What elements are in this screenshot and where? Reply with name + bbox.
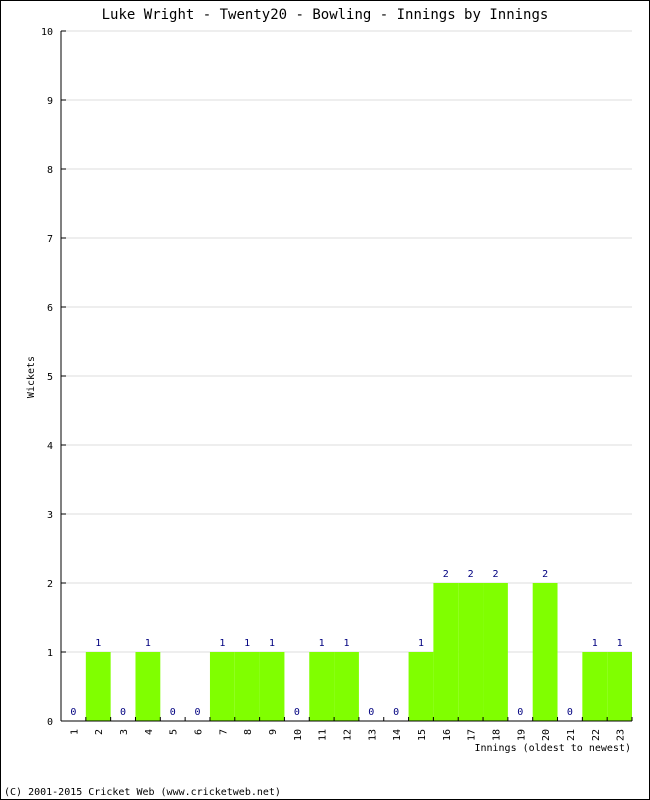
data-label: 1 xyxy=(95,638,101,649)
bar xyxy=(334,652,359,721)
x-tick-label: 15 xyxy=(417,729,428,741)
data-label: 0 xyxy=(120,707,126,718)
data-label: 1 xyxy=(418,638,424,649)
y-tick-label: 4 xyxy=(47,441,53,452)
data-label: 2 xyxy=(492,569,498,580)
grid-lines xyxy=(61,30,632,653)
x-tick-label: 3 xyxy=(119,729,130,735)
data-label: 1 xyxy=(617,638,623,649)
data-label: 0 xyxy=(393,707,399,718)
y-axis-label: Wickets xyxy=(26,356,37,398)
x-tick-label: 6 xyxy=(194,729,205,735)
x-tick-label: 13 xyxy=(367,729,378,741)
x-tick-label: 17 xyxy=(467,729,478,741)
data-label: 1 xyxy=(145,638,151,649)
y-tick-label: 10 xyxy=(41,27,53,38)
x-tick-label: 12 xyxy=(343,729,354,741)
x-tick-label: 1 xyxy=(69,729,80,735)
chart-frame: Luke Wright - Twenty20 - Bowling - Innin… xyxy=(0,0,650,800)
chart-title: Luke Wright - Twenty20 - Bowling - Innin… xyxy=(102,7,549,23)
x-tick-label: 18 xyxy=(491,729,502,741)
bar xyxy=(259,652,285,721)
bar xyxy=(458,583,484,721)
data-label: 0 xyxy=(195,707,201,718)
x-tick-label: 21 xyxy=(566,729,577,741)
chart-svg: Luke Wright - Twenty20 - Bowling - Innin… xyxy=(4,7,633,798)
data-label: 0 xyxy=(170,707,176,718)
data-label: 1 xyxy=(592,638,598,649)
y-tick-label: 9 xyxy=(47,96,53,107)
y-tick-label: 7 xyxy=(47,234,53,245)
x-tick-label: 5 xyxy=(169,729,180,735)
data-label: 0 xyxy=(368,707,374,718)
data-label: 0 xyxy=(567,707,573,718)
bar xyxy=(582,652,608,721)
data-label: 0 xyxy=(517,707,523,718)
x-tick-label: 4 xyxy=(144,729,155,735)
bar xyxy=(408,652,434,721)
x-tick-label: 16 xyxy=(442,729,453,741)
bar xyxy=(309,652,335,721)
x-tick-label: 14 xyxy=(392,729,403,741)
data-label: 1 xyxy=(244,638,250,649)
x-tick-label: 9 xyxy=(268,729,279,735)
data-label: 1 xyxy=(319,638,325,649)
data-label: 1 xyxy=(219,638,225,649)
bar xyxy=(483,583,508,721)
x-tick-label: 8 xyxy=(243,729,254,735)
bar xyxy=(607,652,632,721)
bar xyxy=(234,652,260,721)
y-tick-label: 1 xyxy=(47,648,53,659)
x-tick-label: 2 xyxy=(94,729,105,735)
y-tick-label: 0 xyxy=(47,717,53,728)
data-label: 1 xyxy=(343,638,349,649)
data-label: 0 xyxy=(294,707,300,718)
bar xyxy=(532,583,558,721)
data-label: 2 xyxy=(542,569,548,580)
x-tick-label: 11 xyxy=(318,729,329,741)
y-tick-label: 6 xyxy=(47,303,53,314)
x-tick-label: 22 xyxy=(591,729,602,741)
data-label: 0 xyxy=(70,707,76,718)
bar xyxy=(433,583,459,721)
x-tick-label: 7 xyxy=(218,729,229,735)
x-tick-label: 20 xyxy=(541,729,552,741)
copyright-footer: (C) 2001-2015 Cricket Web (www.cricketwe… xyxy=(4,787,281,798)
y-tick-label: 5 xyxy=(47,372,53,383)
y-tick-label: 2 xyxy=(47,579,53,590)
bar xyxy=(135,652,161,721)
x-tick-label: 23 xyxy=(616,729,627,741)
bar xyxy=(85,652,111,721)
x-axis-label: Innings (oldest to newest) xyxy=(474,743,631,754)
y-axis-ticks: 0 1 2 3 4 5 6 7 8 9 10 xyxy=(41,27,66,728)
x-tick-label: 10 xyxy=(293,729,304,741)
data-label: 1 xyxy=(269,638,275,649)
y-tick-label: 3 xyxy=(47,510,53,521)
bar xyxy=(209,652,235,721)
y-tick-label: 8 xyxy=(47,165,53,176)
data-label: 2 xyxy=(468,569,474,580)
x-tick-label: 19 xyxy=(516,729,527,741)
data-label: 2 xyxy=(443,569,449,580)
